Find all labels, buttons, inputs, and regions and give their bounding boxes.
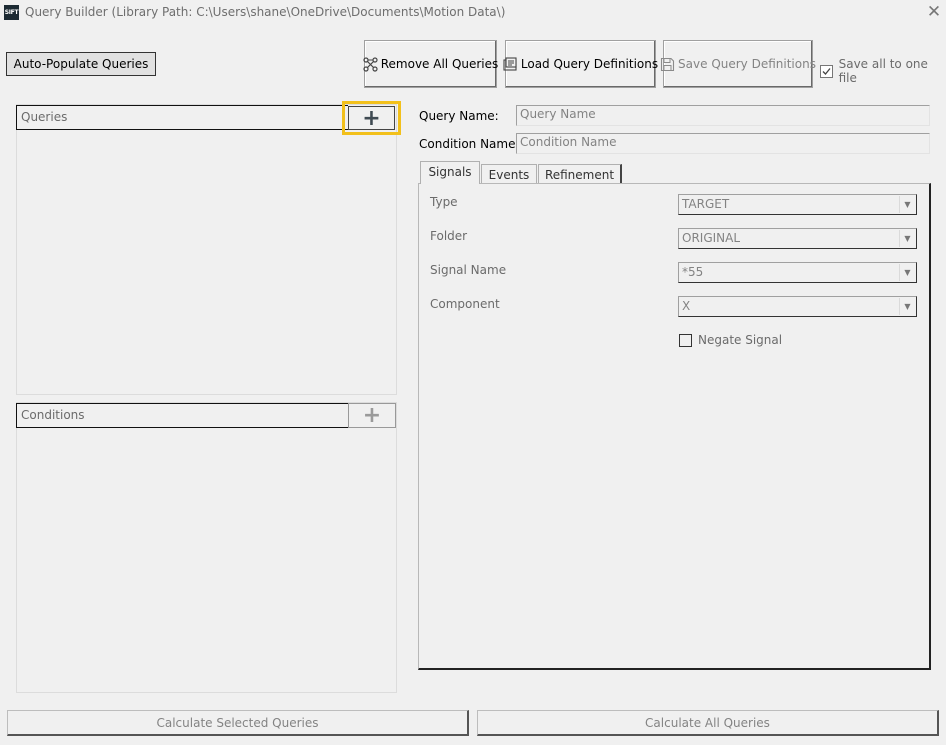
remove-all-queries-label: Remove All Queries — [380, 57, 499, 71]
queries-list[interactable] — [16, 104, 397, 395]
plus-icon: + — [362, 105, 381, 131]
close-icon: ✕ — [926, 2, 942, 22]
signal-name-label: Signal Name — [430, 263, 507, 277]
calculate-selected-label: Calculate Selected Queries — [156, 715, 319, 730]
plus-icon: + — [362, 403, 382, 428]
save-disk-icon — [660, 57, 675, 72]
checkbox-checked-icon[interactable] — [820, 64, 833, 78]
component-label: Component — [430, 297, 500, 311]
component-value: X — [682, 299, 691, 313]
negate-signal-checkbox[interactable]: Negate Signal — [679, 333, 782, 347]
add-condition-button[interactable]: + — [348, 403, 396, 428]
load-query-definitions-button[interactable]: Load Query Definitions — [503, 40, 659, 88]
chevron-down-icon: ▼ — [899, 230, 915, 247]
save-query-definitions-button[interactable]: Save Query Definitions — [660, 40, 816, 88]
folder-value: ORIGINAL — [682, 231, 741, 245]
type-value: TARGET — [682, 197, 730, 211]
conditions-header: Conditions — [16, 403, 348, 428]
tab-refinement[interactable]: Refinement — [538, 164, 622, 184]
type-label: Type — [430, 195, 458, 209]
save-query-definitions-label: Save Query Definitions — [678, 57, 816, 71]
checkbox-unchecked-icon[interactable] — [679, 333, 692, 347]
queries-header: Queries — [16, 105, 348, 130]
auto-populate-label: Auto-Populate Queries — [13, 57, 149, 71]
folder-select[interactable]: ORIGINAL ▼ — [678, 228, 917, 249]
condition-name-input[interactable]: Condition Name — [516, 133, 930, 154]
calculate-selected-queries-button[interactable]: Calculate Selected Queries — [7, 710, 469, 736]
save-all-to-one-file-label: Save all to one file — [838, 57, 928, 85]
chevron-down-icon: ▼ — [899, 264, 915, 281]
signals-tab-panel — [418, 183, 931, 670]
calculate-all-label: Calculate All Queries — [645, 715, 770, 730]
chevron-down-icon: ▼ — [899, 298, 915, 315]
tab-signals[interactable]: Signals — [420, 161, 480, 184]
load-file-icon — [503, 56, 518, 72]
chevron-down-icon: ▼ — [899, 196, 915, 213]
calculate-all-queries-button[interactable]: Calculate All Queries — [477, 710, 939, 736]
negate-signal-label: Negate Signal — [698, 333, 783, 347]
signal-name-select[interactable]: *55 ▼ — [678, 262, 917, 283]
window-title: Query Builder (Library Path: C:\Users\sh… — [25, 5, 506, 19]
query-name-input[interactable]: Query Name — [516, 105, 930, 126]
app-logo: SIFT — [4, 5, 19, 20]
query-name-label: Query Name: — [419, 109, 499, 123]
tab-events[interactable]: Events — [481, 164, 537, 184]
add-query-button[interactable]: + — [348, 105, 395, 131]
remove-all-queries-button[interactable]: Remove All Queries — [363, 40, 499, 88]
remove-network-icon — [363, 56, 378, 72]
signal-name-value: *55 — [682, 265, 704, 279]
load-query-definitions-label: Load Query Definitions — [520, 57, 659, 71]
condition-name-label: Condition Name: — [419, 137, 520, 151]
save-all-to-one-file-checkbox[interactable]: Save all to one file — [820, 57, 946, 85]
folder-label: Folder — [430, 229, 468, 243]
component-select[interactable]: X ▼ — [678, 296, 917, 317]
conditions-list[interactable] — [16, 402, 397, 693]
type-select[interactable]: TARGET ▼ — [678, 194, 917, 215]
close-window-button[interactable]: ✕ — [922, 0, 946, 24]
auto-populate-queries-button[interactable]: Auto-Populate Queries — [6, 52, 156, 76]
